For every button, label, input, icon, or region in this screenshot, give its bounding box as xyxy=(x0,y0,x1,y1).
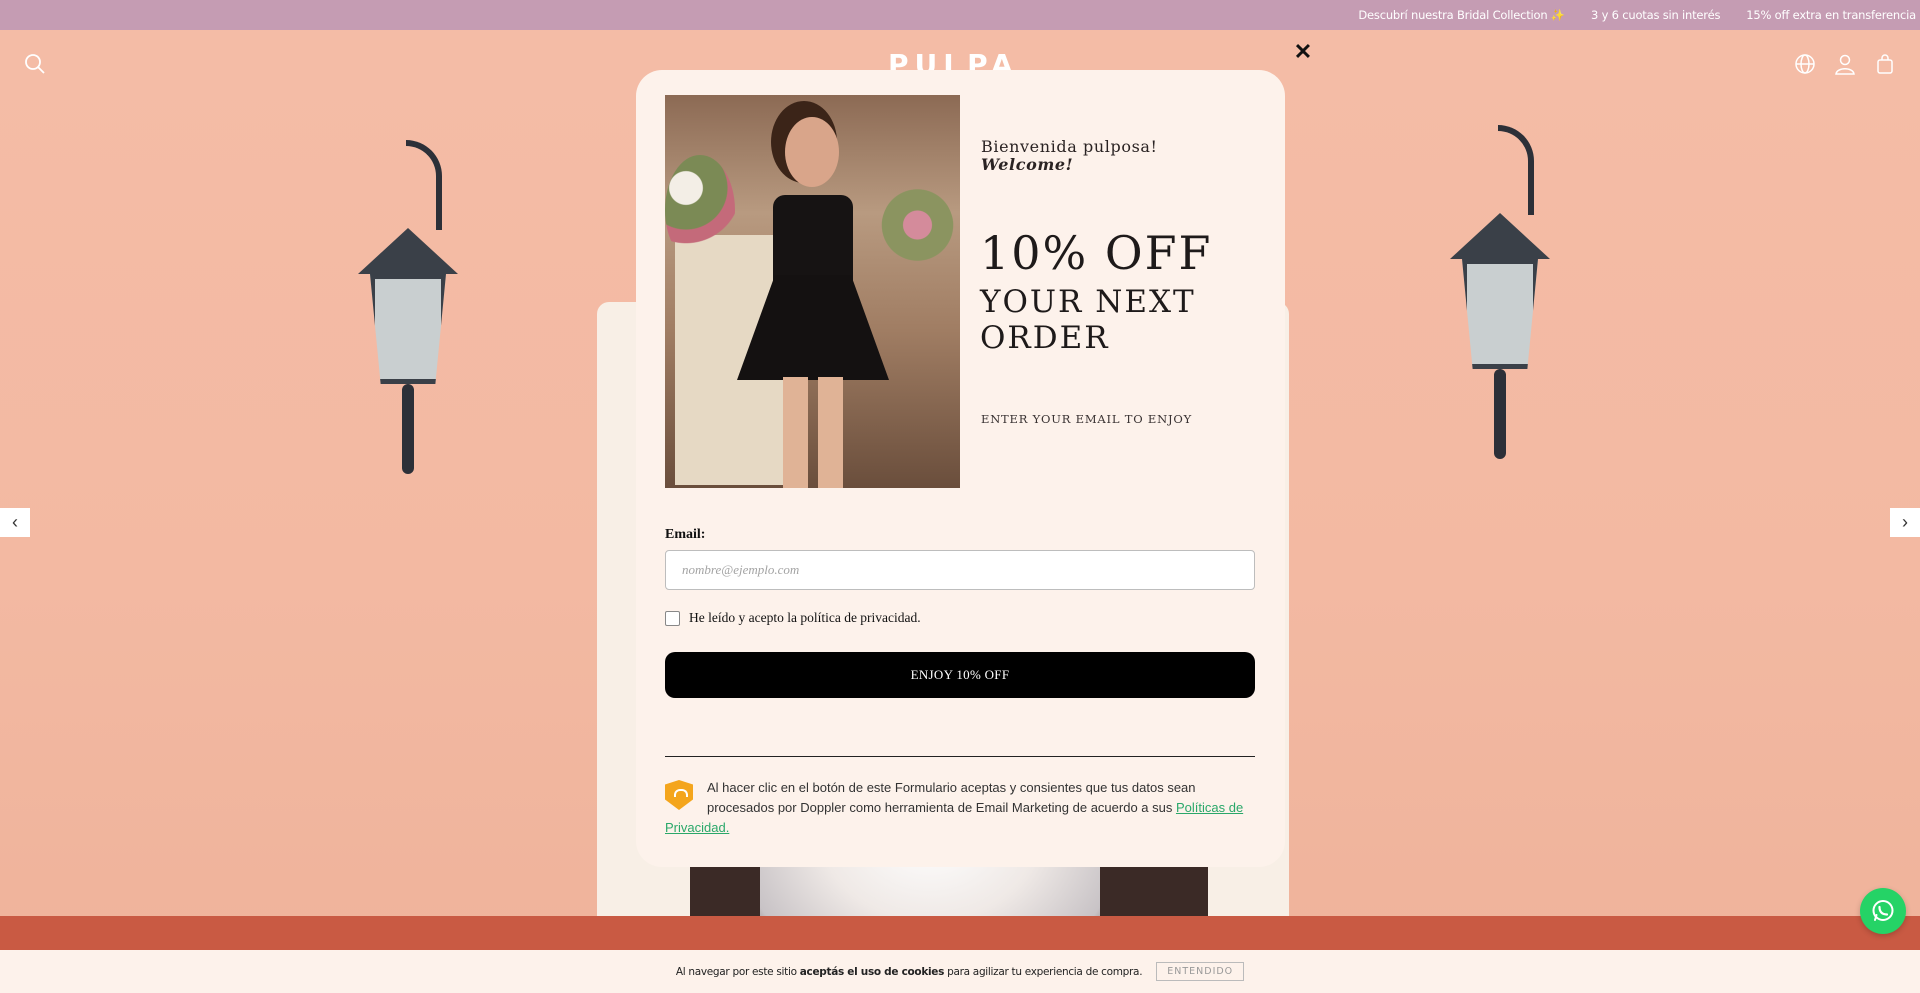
whatsapp-icon xyxy=(1872,900,1894,921)
wall-lamp-right xyxy=(1440,125,1560,459)
consent-text: Al hacer clic en el botón de este Formul… xyxy=(707,780,1196,815)
privacy-consent-row: He leído y acepto la política de privaci… xyxy=(665,610,921,626)
discount-subheadline: YOUR NEXT ORDER xyxy=(980,284,1196,356)
email-label: Email: xyxy=(665,527,706,542)
popup-divider xyxy=(665,756,1255,757)
announcement-bridal[interactable]: Descubrí nuestra Bridal Collection ✨ xyxy=(1358,8,1565,22)
wall-lamp-left xyxy=(348,140,468,474)
announcement-bar: Descubrí nuestra Bridal Collection ✨ 3 y… xyxy=(0,0,1920,30)
enjoy-discount-button[interactable]: ENJOY 10% OFF xyxy=(665,652,1255,698)
privacy-label[interactable]: He leído y acepto la política de privaci… xyxy=(689,610,921,626)
privacy-checkbox[interactable] xyxy=(665,610,680,626)
announcement-installments[interactable]: 3 y 6 cuotas sin interés xyxy=(1591,8,1720,22)
greeting-en: Welcome! xyxy=(981,155,1074,174)
accept-cookies-button[interactable]: ENTENDIDO xyxy=(1156,962,1245,981)
doppler-shield-icon xyxy=(665,780,693,810)
cookie-banner: Al navegar por este sitio aceptás el uso… xyxy=(0,950,1920,993)
chevron-left-icon: ‹ xyxy=(12,512,18,532)
close-icon: ✕ xyxy=(1293,39,1313,64)
slider-prev-button[interactable]: ‹ xyxy=(0,508,30,537)
announcement-transfer[interactable]: 15% off extra en transferencia xyxy=(1746,8,1916,22)
whatsapp-button[interactable] xyxy=(1860,888,1906,934)
close-popup-button[interactable]: ✕ xyxy=(1291,39,1315,64)
email-field[interactable] xyxy=(665,550,1255,590)
discount-headline: 10% OFF xyxy=(980,226,1213,280)
slider-next-button[interactable]: › xyxy=(1890,508,1920,537)
doppler-consent: Al hacer clic en el botón de este Formul… xyxy=(665,778,1255,838)
globe-icon[interactable] xyxy=(1791,50,1819,78)
chevron-right-icon: › xyxy=(1902,512,1908,532)
user-icon[interactable] xyxy=(1831,50,1859,78)
hero-wall-base xyxy=(0,916,1920,950)
greeting-es: Bienvenida pulposa! xyxy=(981,137,1158,156)
cookie-text: Al navegar por este sitio aceptás el uso… xyxy=(675,965,1143,978)
popup-greeting: Bienvenida pulposa! Welcome! xyxy=(981,138,1158,174)
email-cta-text: ENTER YOUR EMAIL TO ENJOY xyxy=(981,412,1193,426)
search-icon[interactable] xyxy=(21,50,49,78)
promo-photo xyxy=(665,95,960,488)
bag-icon[interactable] xyxy=(1871,50,1899,78)
